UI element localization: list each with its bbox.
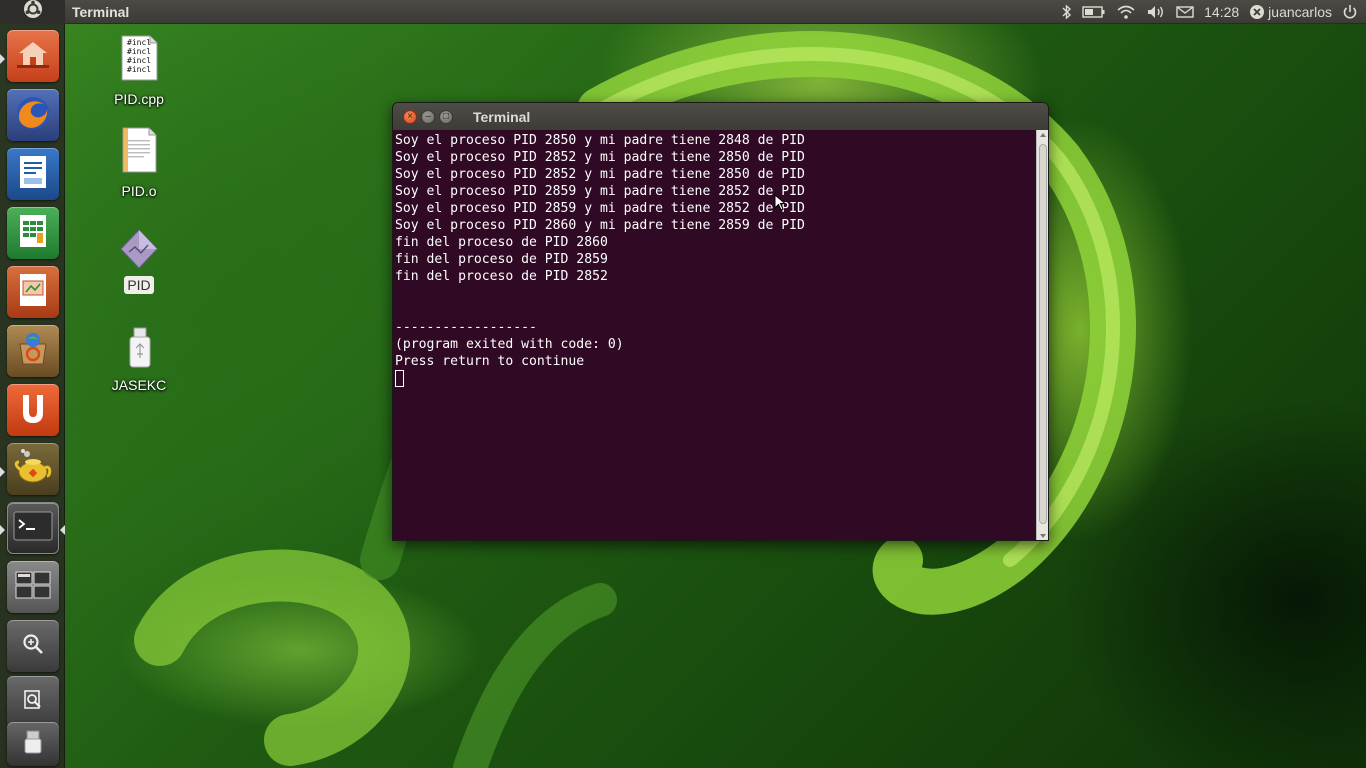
terminal-line: Press return to continue — [395, 354, 585, 369]
usb-drive-icon — [21, 729, 45, 760]
scroll-down-icon[interactable] — [1040, 534, 1046, 538]
ubuntu-logo-icon — [23, 0, 43, 24]
terminal-line: Soy el proceso PID 2850 y mi padre tiene… — [395, 133, 805, 148]
terminal-line: fin del proceso de PID 2860 — [395, 235, 608, 250]
launcher-running-pip — [0, 54, 5, 64]
close-button[interactable]: × — [403, 109, 417, 124]
bluetooth-icon[interactable] — [1062, 3, 1072, 20]
desktop-icon-label: PID.o — [121, 183, 157, 199]
power-icon[interactable] — [1342, 4, 1358, 20]
software-center-icon — [14, 330, 52, 373]
home-folder-icon — [15, 39, 51, 74]
terminal-scrollbar[interactable] — [1036, 130, 1048, 540]
battery-icon[interactable] — [1082, 5, 1106, 19]
launcher-workspace-switcher[interactable] — [7, 561, 59, 613]
calc-icon — [18, 213, 48, 254]
launcher-running-pip — [0, 525, 5, 535]
volume-icon[interactable] — [1146, 4, 1166, 20]
desktop-icon-label: PID.cpp — [114, 91, 164, 107]
search-icon — [21, 632, 45, 661]
launcher-home-folder[interactable] — [7, 30, 59, 82]
launcher-calc[interactable] — [7, 207, 59, 259]
window-titlebar[interactable]: × – □ Terminal — [393, 103, 1048, 130]
workspace-switcher-icon — [14, 570, 52, 605]
terminal-line: fin del proceso de PID 2859 — [395, 252, 608, 267]
active-window-title: Terminal — [72, 3, 130, 20]
launcher-dash-search[interactable] — [7, 620, 59, 672]
cpp-file-icon: #incl #incl #incl #incl — [115, 34, 163, 86]
dash-home-button[interactable] — [0, 0, 65, 24]
launcher-writer[interactable] — [7, 148, 59, 200]
desktop-icon-pid-o[interactable]: PID.o — [94, 126, 184, 200]
launcher-ubuntu-one[interactable] — [7, 384, 59, 436]
terminal-line: ------------------ — [395, 320, 537, 335]
terminal-line: Soy el proceso PID 2859 y mi padre tiene… — [395, 184, 805, 199]
desktop-icon-label: PID — [124, 276, 154, 294]
close-icon: × — [407, 110, 413, 122]
user-menu[interactable]: juancarlos — [1249, 4, 1332, 20]
mouse-pointer-icon — [774, 193, 787, 217]
launcher-impress[interactable] — [7, 266, 59, 318]
terminal-line: Soy el proceso PID 2859 y mi padre tiene… — [395, 201, 805, 216]
maximize-icon: □ — [442, 110, 450, 122]
launcher — [0, 24, 65, 768]
terminal-line: Soy el proceso PID 2852 y mi padre tiene… — [395, 150, 805, 165]
mail-icon[interactable] — [1176, 5, 1194, 19]
terminal-icon — [13, 511, 53, 546]
terminal-window[interactable]: × – □ Terminal Soy el proceso PID 2850 y… — [392, 102, 1049, 541]
file-preview-line: #incl — [127, 47, 152, 56]
wifi-icon[interactable] — [1116, 4, 1136, 20]
file-preview-line: #incl — [127, 56, 152, 65]
terminal-line: fin del proceso de PID 2852 — [395, 269, 608, 284]
impress-icon — [18, 272, 48, 313]
minimize-button[interactable]: – — [421, 109, 435, 124]
desktop-icon-label: JASEKC — [111, 377, 167, 393]
launcher-dash-files[interactable] — [7, 676, 59, 728]
terminal-cursor-line — [395, 370, 1036, 387]
terminal-line: Soy el proceso PID 2860 y mi padre tiene… — [395, 218, 805, 233]
terminal-line: Soy el proceso PID 2852 y mi padre tiene… — [395, 167, 805, 182]
user-status-icon — [1249, 4, 1265, 20]
terminal-line: (program exited with code: 0) — [395, 337, 624, 352]
scrollbar-thumb[interactable] — [1039, 144, 1047, 524]
desktop-icon-jasekc[interactable]: JASEKC — [94, 326, 184, 394]
firefox-icon — [13, 93, 53, 138]
scroll-up-icon[interactable] — [1040, 133, 1046, 137]
usb-drive-icon — [115, 326, 163, 372]
executable-icon — [115, 228, 163, 272]
text-cursor — [395, 370, 404, 387]
terminal-output[interactable]: Soy el proceso PID 2850 y mi padre tiene… — [393, 130, 1036, 540]
user-name: juancarlos — [1268, 3, 1332, 20]
desktop-icon-pid-executable[interactable]: PID — [94, 228, 184, 294]
clock[interactable]: 14:28 — [1204, 4, 1239, 20]
desktop-icon-pid-cpp[interactable]: #incl #incl #incl #incl PID.cpp — [94, 34, 184, 108]
file-preview-line: #incl — [127, 38, 152, 47]
launcher-software-center[interactable] — [7, 325, 59, 377]
file-search-icon — [21, 688, 45, 717]
geany-icon — [13, 448, 53, 491]
minimize-icon: – — [425, 110, 431, 122]
launcher-firefox[interactable] — [7, 89, 59, 141]
launcher-usb-drive[interactable] — [7, 722, 59, 766]
object-file-icon — [115, 126, 163, 178]
launcher-geany[interactable] — [7, 443, 59, 495]
window-title: Terminal — [473, 108, 531, 125]
ubuntu-one-icon — [18, 392, 48, 429]
indicator-area: 14:28 juancarlos — [1062, 4, 1366, 20]
launcher-running-pip — [0, 467, 5, 477]
launcher-focused-pip — [60, 525, 65, 535]
maximize-button[interactable]: □ — [439, 109, 453, 124]
top-panel: Terminal 14:28 juancarlos — [0, 0, 1366, 24]
file-preview-line: #incl — [127, 65, 152, 74]
writer-icon — [18, 154, 48, 195]
launcher-terminal[interactable] — [7, 502, 59, 554]
